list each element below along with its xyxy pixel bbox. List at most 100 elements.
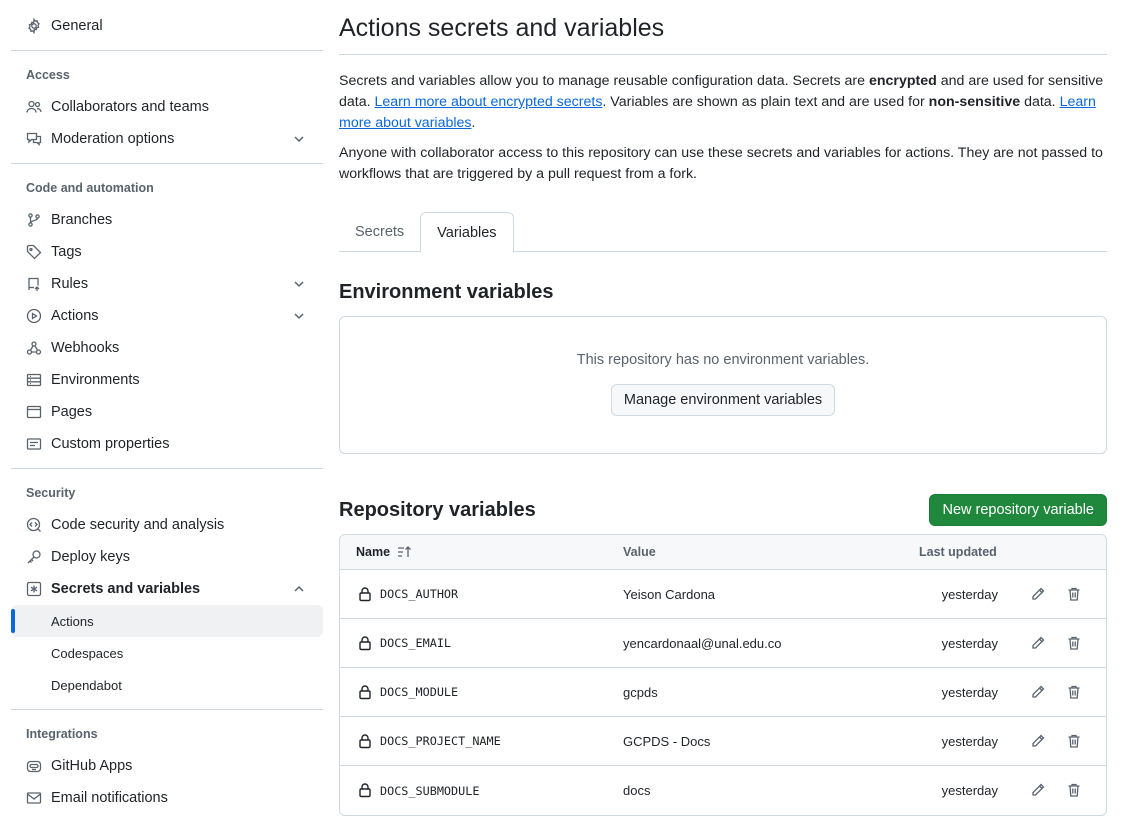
desc-bold-encrypted: encrypted xyxy=(868,73,937,89)
trash-icon[interactable] xyxy=(1066,782,1082,798)
sidebar-item-actions[interactable]: Actions xyxy=(11,300,323,332)
people-icon xyxy=(26,99,42,115)
new-repository-variable-button[interactable]: New repository variable xyxy=(929,494,1107,526)
sidebar-divider xyxy=(11,50,323,51)
repository-variables-header: Repository variables New repository vari… xyxy=(339,494,1107,526)
sidebar-item-code-security[interactable]: Code security and analysis xyxy=(11,509,323,541)
webhook-icon xyxy=(26,340,42,356)
sidebar-item-pages[interactable]: Pages xyxy=(11,396,323,428)
sidebar-section-access: Access xyxy=(26,68,70,82)
desc-bold-non-sensitive: non-sensitive xyxy=(928,94,1021,110)
sidebar-item-environments[interactable]: Environments xyxy=(11,364,323,396)
repository-variables-table: Name Value Last updated DOCS_AUTHOR Yeis… xyxy=(339,534,1107,816)
variable-value: Yeison Cardona xyxy=(623,586,716,602)
sidebar-item-label: Custom properties xyxy=(51,436,170,452)
variable-value: docs xyxy=(623,783,651,798)
variable-name: DOCS_SUBMODULE xyxy=(380,783,480,798)
learn-more-secrets-link[interactable]: Learn more about encrypted secrets xyxy=(375,94,603,110)
column-label: Name xyxy=(356,545,391,559)
sidebar-item-label: Moderation options xyxy=(51,131,175,147)
variable-name: DOCS_EMAIL xyxy=(380,636,452,650)
sidebar-item-label: Collaborators and teams xyxy=(51,99,209,115)
sidebar-subitem-codespaces[interactable]: Codespaces xyxy=(11,637,323,669)
sidebar-section-integrations: Integrations xyxy=(26,727,98,741)
trash-icon[interactable] xyxy=(1066,635,1082,651)
tab-variables[interactable]: Variables xyxy=(420,212,514,253)
chevron-down-icon[interactable] xyxy=(291,308,307,324)
sidebar-item-label: Pages xyxy=(51,404,93,420)
sidebar-item-secrets-and-variables[interactable]: Secrets and variables xyxy=(11,573,323,605)
sidebar-item-github-apps[interactable]: GitHub Apps xyxy=(11,750,323,782)
pencil-icon[interactable] xyxy=(1030,733,1046,749)
play-icon xyxy=(26,308,42,324)
sidebar-item-label: Deploy keys xyxy=(51,549,130,565)
key-asterisk-icon xyxy=(26,581,42,597)
table-header: Name Value Last updated xyxy=(340,535,1106,570)
trash-icon[interactable] xyxy=(1066,684,1082,700)
sidebar-item-general[interactable]: General xyxy=(11,10,323,42)
repo-push-icon xyxy=(26,276,42,292)
environment-variables-empty-state: This repository has no environment varia… xyxy=(339,316,1107,454)
codescan-icon xyxy=(26,517,42,533)
column-header-last-updated: Last updated xyxy=(919,545,997,559)
sidebar-item-label: Email notifications xyxy=(51,790,168,806)
desc-text: . xyxy=(471,115,476,131)
table-row: DOCS_EMAIL yencardonaal@unal.edu.co yest… xyxy=(340,619,1106,668)
sidebar-item-label: Secrets and variables xyxy=(51,581,201,597)
description-secrets-variables: Secrets and variables allow you to manag… xyxy=(339,71,1107,134)
variable-name: DOCS_PROJECT_NAME xyxy=(380,734,501,748)
variable-last-updated: yesterday xyxy=(941,733,998,749)
variable-last-updated: yesterday xyxy=(941,586,998,602)
table-row: DOCS_MODULE gcpds yesterday xyxy=(340,668,1106,717)
sidebar-item-tags[interactable]: Tags xyxy=(11,236,323,268)
lock-icon xyxy=(359,783,371,798)
git-branch-icon xyxy=(26,212,42,228)
desc-text: Secrets and variables allow you to manag… xyxy=(339,73,869,89)
sort-asc-icon[interactable] xyxy=(396,544,412,560)
column-header-value: Value xyxy=(623,545,656,559)
trash-icon[interactable] xyxy=(1066,586,1082,602)
sidebar-item-webhooks[interactable]: Webhooks xyxy=(11,332,323,364)
sidebar-subitem-actions[interactable]: Actions xyxy=(11,605,323,637)
sidebar-item-moderation[interactable]: Moderation options xyxy=(11,123,323,155)
manage-environment-variables-button[interactable]: Manage environment variables xyxy=(610,384,836,416)
chevron-down-icon[interactable] xyxy=(291,131,307,147)
pencil-icon[interactable] xyxy=(1030,782,1046,798)
sidebar-item-branches[interactable]: Branches xyxy=(11,204,323,236)
sidebar-divider xyxy=(11,468,323,469)
sidebar-item-deploy-keys[interactable]: Deploy keys xyxy=(11,541,323,573)
desc-text: data. xyxy=(1020,94,1060,110)
sidebar-section-code: Code and automation xyxy=(26,181,154,195)
chevron-up-icon[interactable] xyxy=(291,581,307,597)
sidebar-item-custom-properties[interactable]: Custom properties xyxy=(11,428,323,460)
main-content: Actions secrets and variables Secrets an… xyxy=(339,0,1107,816)
sidebar-item-label: Actions xyxy=(51,308,99,324)
sidebar-subitem-dependabot[interactable]: Dependabot xyxy=(11,669,323,701)
pencil-icon[interactable] xyxy=(1030,635,1046,651)
chevron-down-icon[interactable] xyxy=(291,276,307,292)
sidebar-item-label: Branches xyxy=(51,212,113,228)
note-icon xyxy=(26,436,42,452)
sidebar-item-collaborators[interactable]: Collaborators and teams xyxy=(11,91,323,123)
variable-value: yencardonaal@unal.edu.co xyxy=(623,635,782,651)
lock-icon xyxy=(359,636,371,651)
empty-state-message: This repository has no environment varia… xyxy=(576,352,870,368)
pencil-icon[interactable] xyxy=(1030,586,1046,602)
column-header-name[interactable]: Name xyxy=(356,544,412,560)
sidebar-item-label: Webhooks xyxy=(51,340,120,356)
tab-secrets[interactable]: Secrets xyxy=(339,212,420,252)
desc-text: . Variables are shown as plain text and … xyxy=(602,94,929,110)
repository-variables-heading: Repository variables xyxy=(339,498,536,521)
sidebar-item-rules[interactable]: Rules xyxy=(11,268,323,300)
page-title: Actions secrets and variables xyxy=(339,0,1107,55)
sidebar-item-label: General xyxy=(51,18,103,34)
gear-icon xyxy=(26,18,42,34)
variable-last-updated: yesterday xyxy=(941,783,998,798)
tag-icon xyxy=(26,244,42,260)
pencil-icon[interactable] xyxy=(1030,684,1046,700)
hubot-icon xyxy=(26,758,42,774)
trash-icon[interactable] xyxy=(1066,733,1082,749)
comment-discussion-icon xyxy=(26,131,42,147)
sidebar-item-email-notifications[interactable]: Email notifications xyxy=(11,782,323,814)
sidebar-divider xyxy=(11,709,323,710)
